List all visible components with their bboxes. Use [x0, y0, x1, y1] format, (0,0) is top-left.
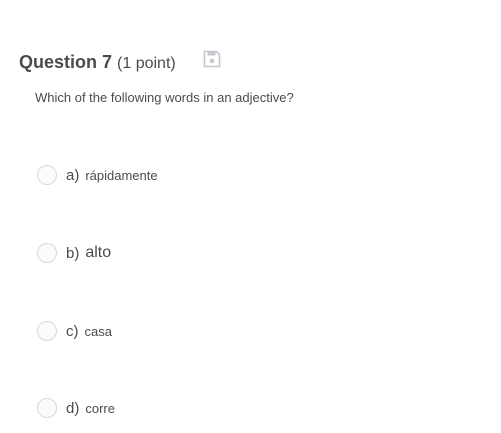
option-c-text: casa [84, 323, 112, 339]
question-header: Question 7 (1 point) [19, 52, 176, 73]
option-d-text: corre [85, 400, 115, 416]
option-a-text: rápidamente [85, 167, 158, 183]
option-a[interactable]: a) rápidamente [37, 163, 158, 187]
option-d[interactable]: d) corre [37, 396, 115, 420]
option-d-radio[interactable] [37, 398, 57, 418]
question-points: (1 point) [117, 55, 176, 72]
floppy-disk-icon[interactable] [203, 50, 221, 68]
question-title: Question 7 [19, 52, 113, 72]
option-a-radio[interactable] [37, 165, 57, 185]
question-text: Which of the following words in an adjec… [35, 90, 294, 105]
option-c-letter: c) [66, 322, 79, 340]
option-d-letter: d) [66, 399, 80, 417]
option-c-radio[interactable] [37, 321, 57, 341]
option-b-radio[interactable] [37, 243, 57, 263]
option-b-letter: b) [66, 244, 80, 262]
option-b[interactable]: b) alto [37, 241, 111, 265]
option-b-text: alto [85, 244, 112, 261]
option-a-letter: a) [66, 166, 80, 184]
option-c[interactable]: c) casa [37, 319, 112, 343]
